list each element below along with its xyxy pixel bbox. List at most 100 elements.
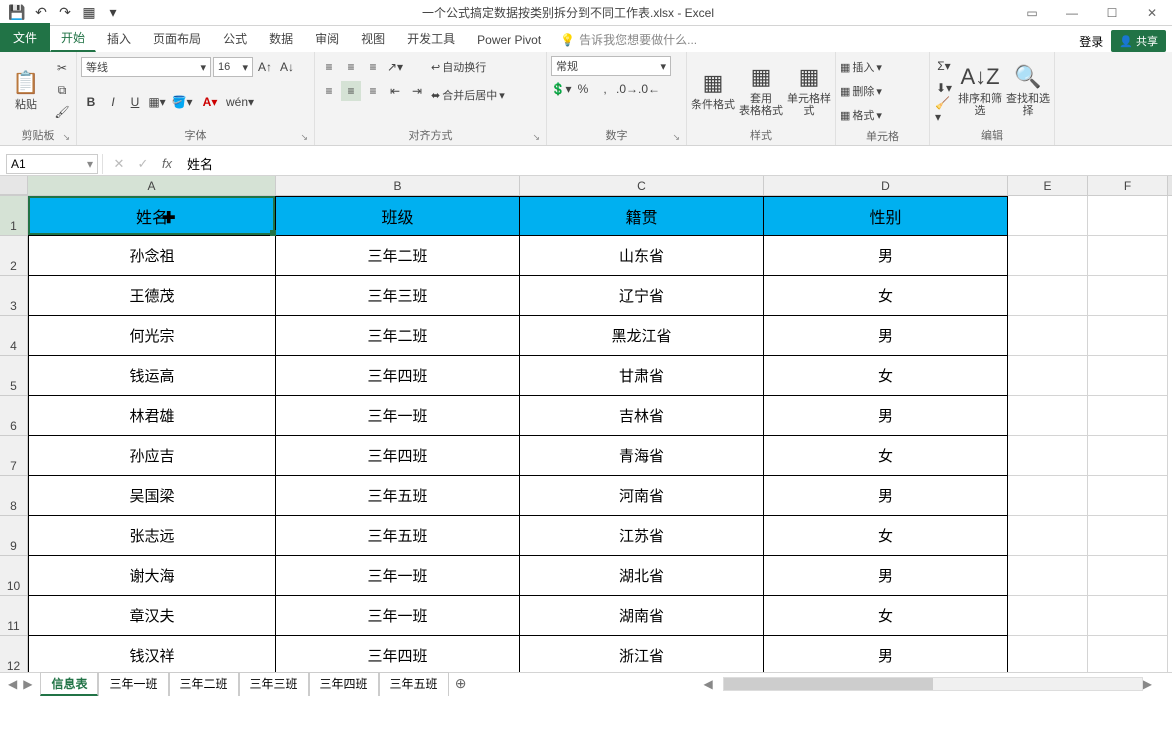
cell-D1[interactable]: 性别 [764,196,1008,236]
cell-A10[interactable]: 谢大海 [28,556,276,596]
format-as-table-button[interactable]: ▦套用 表格格式 [739,56,783,122]
row-header-2[interactable]: 2 [0,236,28,276]
row-header-6[interactable]: 6 [0,396,28,436]
row-header-3[interactable]: 3 [0,276,28,316]
sort-filter-button[interactable]: A↓Z排序和筛选 [958,56,1002,122]
align-launcher[interactable]: ↘ [532,132,540,143]
cell-B6[interactable]: 三年一班 [276,396,520,436]
new-sheet-button[interactable]: ⊕ [449,675,473,692]
cell-B1[interactable]: 班级 [276,196,520,236]
cell-A1[interactable]: 姓名 [28,196,276,236]
column-header-E[interactable]: E [1008,176,1088,195]
align-center-button[interactable]: ≡ [341,81,361,101]
cell-F2[interactable] [1088,236,1168,276]
cell-A5[interactable]: 钱运高 [28,356,276,396]
cell-B9[interactable]: 三年五班 [276,516,520,556]
number-format-combo[interactable]: 常规▾ [551,56,671,76]
row-header-10[interactable]: 10 [0,556,28,596]
cell-F3[interactable] [1088,276,1168,316]
phonetic-button[interactable]: wén▾ [225,92,255,112]
cell-E9[interactable] [1008,516,1088,556]
font-size-combo[interactable]: 16▾ [213,57,253,77]
cell-D9[interactable]: 女 [764,516,1008,556]
cell-E10[interactable] [1008,556,1088,596]
undo-button[interactable]: ↶ [30,2,52,24]
cell-C1[interactable]: 籍贯 [520,196,764,236]
cell-B10[interactable]: 三年一班 [276,556,520,596]
cell-D3[interactable]: 女 [764,276,1008,316]
decrease-decimal-button[interactable]: .0← [639,79,659,99]
qat-customize-button[interactable]: ▾ [102,2,124,24]
sheet-tab-信息表[interactable]: 信息表 [40,672,98,696]
clear-button[interactable]: 🧹▾ [934,100,954,120]
ribbon-display-options-button[interactable]: ▭ [1012,0,1052,26]
cell-B3[interactable]: 三年三班 [276,276,520,316]
cell-F4[interactable] [1088,316,1168,356]
cell-A2[interactable]: 孙念祖 [28,236,276,276]
align-right-button[interactable]: ≡ [363,81,383,101]
increase-decimal-button[interactable]: .0→ [617,79,637,99]
format-painter-button[interactable]: 🖌 [52,102,72,122]
italic-button[interactable]: I [103,92,123,112]
decrease-font-button[interactable]: A↓ [277,57,297,77]
cell-A4[interactable]: 何光宗 [28,316,276,356]
cell-C9[interactable]: 江苏省 [520,516,764,556]
horizontal-scrollbar[interactable]: ◀ ▶ [473,677,1172,691]
cut-button[interactable]: ✂ [52,58,72,78]
cell-F7[interactable] [1088,436,1168,476]
cell-D10[interactable]: 男 [764,556,1008,596]
sheet-tab-三年二班[interactable]: 三年二班 [169,672,239,696]
cell-D12[interactable]: 男 [764,636,1008,672]
sheet-tab-三年三班[interactable]: 三年三班 [239,672,309,696]
cell-A3[interactable]: 王德茂 [28,276,276,316]
formula-input[interactable]: 姓名 [179,154,1172,173]
cell-F10[interactable] [1088,556,1168,596]
name-box[interactable]: A1▾ [6,154,98,174]
cell-D2[interactable]: 男 [764,236,1008,276]
cell-D4[interactable]: 男 [764,316,1008,356]
underline-button[interactable]: U [125,92,145,112]
tab-developer[interactable]: 开发工具 [396,25,466,52]
fill-color-button[interactable]: 🪣▾ [169,92,195,112]
select-all-corner[interactable] [0,176,28,195]
cell-D5[interactable]: 女 [764,356,1008,396]
fill-button[interactable]: ⬇▾ [934,78,954,98]
cell-C10[interactable]: 湖北省 [520,556,764,596]
column-header-C[interactable]: C [520,176,764,195]
sheet-nav-prev[interactable]: ◀ [6,677,19,691]
cell-A9[interactable]: 张志远 [28,516,276,556]
find-select-button[interactable]: 🔍查找和选择 [1006,56,1050,122]
cell-D6[interactable]: 男 [764,396,1008,436]
paste-button[interactable]: 📋粘贴 [4,56,48,122]
cell-C11[interactable]: 湖南省 [520,596,764,636]
column-header-D[interactable]: D [764,176,1008,195]
increase-font-button[interactable]: A↑ [255,57,275,77]
cell-E5[interactable] [1008,356,1088,396]
tab-view[interactable]: 视图 [350,25,396,52]
save-button[interactable]: 💾 [6,2,28,24]
cell-D8[interactable]: 男 [764,476,1008,516]
comma-format-button[interactable]: , [595,79,615,99]
clipboard-launcher[interactable]: ↘ [62,132,70,143]
row-header-11[interactable]: 11 [0,596,28,636]
cell-E11[interactable] [1008,596,1088,636]
cell-B7[interactable]: 三年四班 [276,436,520,476]
cell-F12[interactable] [1088,636,1168,672]
format-cells-button[interactable]: ▦ 格式 ▾ [840,104,882,126]
decrease-indent-button[interactable]: ⇤ [385,81,405,101]
align-left-button[interactable]: ≡ [319,81,339,101]
font-color-button[interactable]: A▾ [197,92,223,112]
tab-insert[interactable]: 插入 [96,25,142,52]
cancel-formula-button[interactable]: ✕ [107,156,131,172]
column-header-B[interactable]: B [276,176,520,195]
sheet-tab-三年一班[interactable]: 三年一班 [98,672,168,696]
row-header-8[interactable]: 8 [0,476,28,516]
cell-E4[interactable] [1008,316,1088,356]
cell-B8[interactable]: 三年五班 [276,476,520,516]
column-header-F[interactable]: F [1088,176,1168,195]
cell-F9[interactable] [1088,516,1168,556]
cell-C3[interactable]: 辽宁省 [520,276,764,316]
close-button[interactable]: ✕ [1132,0,1172,26]
cell-B4[interactable]: 三年二班 [276,316,520,356]
cell-E3[interactable] [1008,276,1088,316]
